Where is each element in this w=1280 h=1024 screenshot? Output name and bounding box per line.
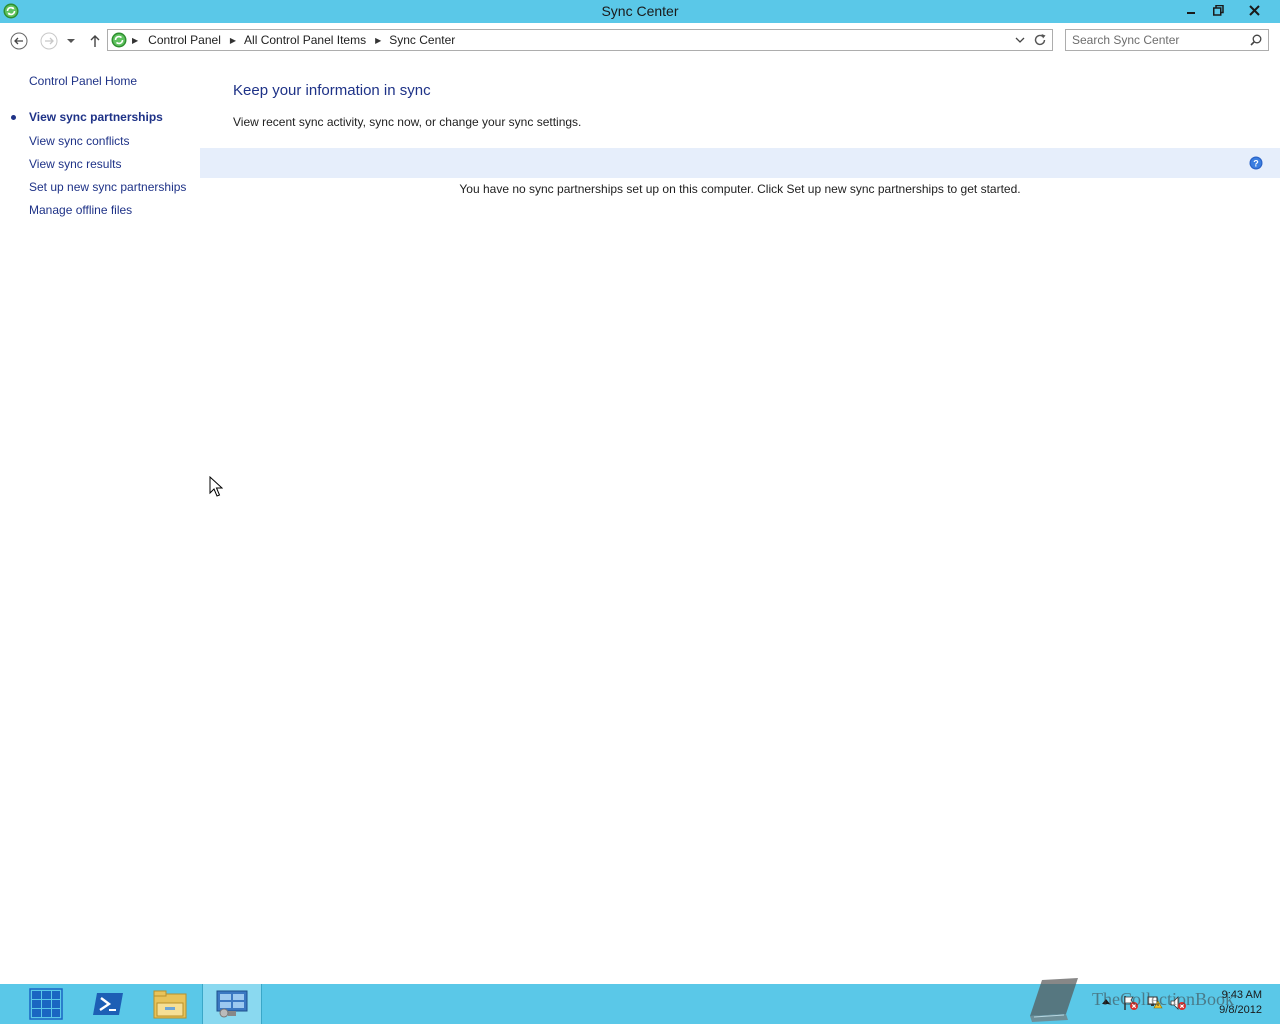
navigation-bar: ▶ Control Panel ▶ All Control Panel Item…	[0, 23, 1280, 59]
volume-muted-icon[interactable]	[1170, 995, 1188, 1011]
page-title: Keep your information in sync	[233, 82, 431, 99]
up-arrow-icon	[90, 35, 100, 47]
title-bar: Sync Center	[0, 0, 1280, 23]
back-arrow-icon	[10, 32, 28, 50]
forward-arrow-icon	[40, 32, 58, 50]
network-icon[interactable]	[1146, 995, 1164, 1011]
page-description: View recent sync activity, sync now, or …	[233, 115, 582, 129]
minimize-icon	[1187, 12, 1195, 14]
recent-locations-button[interactable]	[63, 31, 79, 51]
powershell-button[interactable]	[79, 984, 137, 1024]
help-icon[interactable]: ?	[1249, 156, 1263, 170]
address-bar[interactable]: ▶ Control Panel ▶ All Control Panel Item…	[107, 29, 1053, 51]
up-button[interactable]	[85, 31, 105, 51]
refresh-icon[interactable]	[1033, 33, 1047, 47]
control-panel-icon	[216, 990, 248, 1018]
taskbar: 9:43 AM 9/8/2012	[0, 984, 1280, 1024]
search-box[interactable]	[1065, 29, 1269, 51]
chevron-right-icon[interactable]: ▶	[375, 36, 381, 45]
start-button[interactable]	[17, 984, 75, 1024]
breadcrumb-all-control-panel-items[interactable]: All Control Panel Items	[244, 33, 366, 47]
search-icon[interactable]	[1250, 34, 1262, 46]
forward-button[interactable]	[39, 31, 59, 51]
toolbar-strip: ?	[200, 148, 1280, 178]
chevron-right-icon[interactable]: ▶	[230, 36, 236, 45]
address-dropdown-icon[interactable]	[1014, 34, 1026, 46]
close-icon	[1248, 4, 1260, 16]
search-input[interactable]	[1072, 32, 1242, 48]
start-icon	[29, 988, 63, 1020]
sidebar-item-manage-offline-files[interactable]: Manage offline files	[29, 203, 132, 217]
action-center-flag-icon[interactable]	[1122, 995, 1140, 1011]
selected-bullet-icon	[11, 115, 16, 120]
file-explorer-button[interactable]	[141, 984, 199, 1024]
minimize-button[interactable]	[1178, 0, 1204, 20]
clock-time: 9:43 AM	[1221, 989, 1262, 1001]
powershell-icon	[93, 993, 123, 1015]
control-panel-taskbar-button[interactable]	[202, 984, 262, 1024]
sidebar-item-set-up-new-sync-partnerships[interactable]: Set up new sync partnerships	[29, 180, 186, 194]
mouse-cursor-icon	[209, 476, 223, 497]
back-button[interactable]	[9, 31, 29, 51]
file-explorer-icon	[153, 990, 187, 1019]
no-partnerships-message: You have no sync partnerships set up on …	[459, 182, 1021, 196]
chevron-down-icon	[67, 39, 75, 43]
restore-button[interactable]	[1205, 0, 1231, 20]
sidebar-item-view-sync-partnerships[interactable]: View sync partnerships	[29, 110, 163, 124]
window-title: Sync Center	[601, 3, 679, 19]
system-clock[interactable]: 9:43 AM 9/8/2012	[1219, 988, 1262, 1018]
breadcrumb: ▶ Control Panel ▶ All Control Panel Item…	[132, 33, 455, 47]
breadcrumb-sync-center[interactable]: Sync Center	[389, 33, 455, 47]
sidebar-item-view-sync-results[interactable]: View sync results	[29, 157, 121, 171]
svg-text:?: ?	[1253, 159, 1259, 169]
control-panel-home-link[interactable]: Control Panel Home	[29, 74, 137, 88]
clock-date: 9/8/2012	[1219, 1004, 1262, 1016]
sync-center-location-icon	[111, 32, 127, 48]
close-button[interactable]	[1231, 0, 1277, 20]
sidebar-item-view-sync-conflicts[interactable]: View sync conflicts	[29, 134, 129, 148]
show-hidden-icons-arrow-icon[interactable]	[1101, 997, 1111, 1007]
restore-icon	[1212, 4, 1224, 16]
breadcrumb-control-panel[interactable]: Control Panel	[148, 33, 221, 47]
chevron-right-icon[interactable]: ▶	[132, 36, 138, 45]
